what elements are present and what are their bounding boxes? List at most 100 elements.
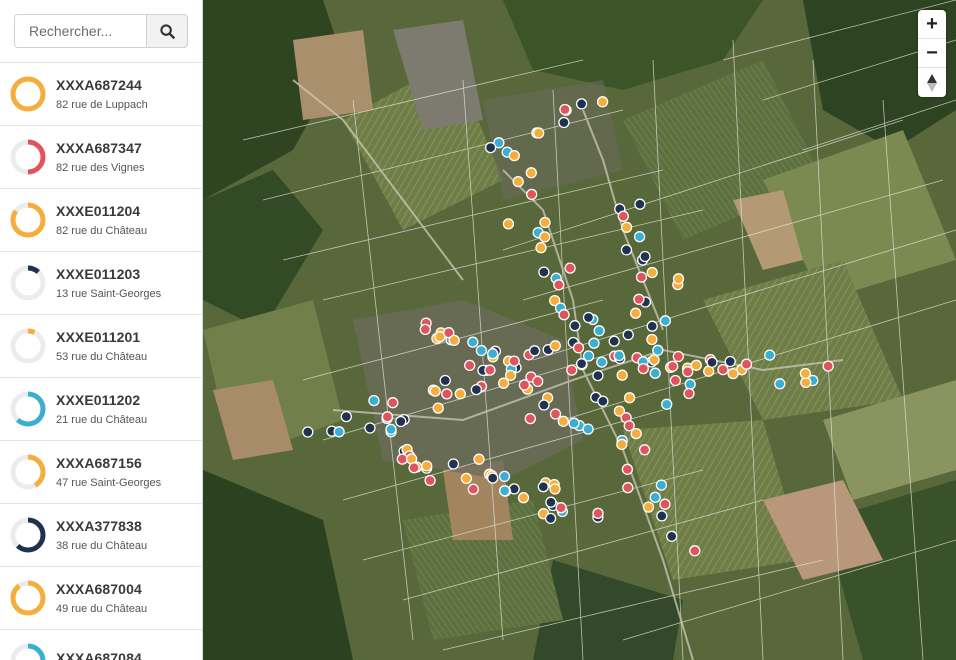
map-marker[interactable]: [622, 482, 634, 494]
list-item[interactable]: XXXE011204 82 rue du Château: [0, 189, 202, 252]
list-item[interactable]: XXXA687244 82 rue de Luppach: [0, 63, 202, 126]
zoom-in-button[interactable]: +: [918, 10, 946, 39]
list-item[interactable]: XXXA687084: [0, 630, 202, 660]
map-marker[interactable]: [629, 307, 642, 319]
map-marker[interactable]: [302, 426, 314, 438]
map-marker[interactable]: [498, 470, 511, 483]
map-marker[interactable]: [564, 262, 576, 274]
map-marker[interactable]: [639, 250, 651, 263]
map-marker[interactable]: [518, 379, 531, 391]
map-marker[interactable]: [652, 344, 664, 356]
map-marker[interactable]: [408, 462, 420, 474]
map-marker[interactable]: [524, 412, 536, 425]
map-marker[interactable]: [535, 242, 547, 254]
map-marker[interactable]: [460, 472, 473, 485]
map-marker[interactable]: [672, 350, 684, 363]
map-marker[interactable]: [528, 345, 541, 357]
search-input[interactable]: [14, 14, 146, 48]
map-marker[interactable]: [617, 210, 629, 222]
map-marker[interactable]: [553, 279, 565, 291]
map-marker[interactable]: [467, 336, 479, 348]
map-marker[interactable]: [667, 360, 679, 372]
map-marker[interactable]: [661, 398, 673, 410]
map-marker[interactable]: [608, 335, 620, 347]
map-marker[interactable]: [508, 149, 520, 162]
zoom-out-button[interactable]: −: [918, 39, 946, 68]
map-marker[interactable]: [559, 103, 571, 116]
map-marker[interactable]: [439, 374, 451, 387]
list-item[interactable]: XXXE011202 21 rue du Château: [0, 378, 202, 441]
satellite-map[interactable]: [203, 0, 956, 660]
map-marker[interactable]: [597, 395, 609, 407]
list-item[interactable]: XXXE011201 53 rue du Château: [0, 315, 202, 378]
map-marker[interactable]: [764, 349, 776, 361]
map-marker[interactable]: [656, 510, 668, 522]
map-marker[interactable]: [432, 402, 444, 414]
map-marker[interactable]: [646, 333, 658, 346]
map-marker[interactable]: [545, 496, 557, 508]
map-marker[interactable]: [484, 141, 497, 154]
map-marker[interactable]: [538, 266, 550, 278]
map-marker[interactable]: [487, 348, 499, 360]
map-marker[interactable]: [623, 392, 636, 404]
map-marker[interactable]: [659, 315, 672, 327]
map-marker[interactable]: [727, 367, 739, 380]
map-marker[interactable]: [464, 359, 476, 372]
map-marker[interactable]: [620, 221, 633, 233]
map-marker[interactable]: [484, 364, 496, 376]
map-marker[interactable]: [537, 481, 549, 493]
map-marker[interactable]: [706, 356, 718, 368]
map-marker[interactable]: [620, 244, 633, 256]
list-item[interactable]: XXXE011203 13 rue Saint-Georges: [0, 252, 202, 315]
map-marker[interactable]: [568, 417, 580, 429]
map-marker[interactable]: [387, 397, 399, 409]
map-marker[interactable]: [621, 463, 634, 475]
map-marker[interactable]: [419, 323, 431, 336]
map-marker[interactable]: [368, 394, 380, 407]
map-marker[interactable]: [396, 453, 408, 465]
reset-bearing-button[interactable]: [918, 68, 946, 97]
map-marker[interactable]: [385, 423, 397, 436]
map-marker[interactable]: [648, 354, 660, 366]
map-marker[interactable]: [502, 218, 515, 230]
map-marker[interactable]: [569, 320, 581, 332]
map-marker[interactable]: [441, 388, 453, 400]
map-marker[interactable]: [582, 311, 595, 324]
map-marker[interactable]: [467, 483, 479, 495]
map-marker[interactable]: [655, 479, 668, 491]
map-marker[interactable]: [447, 458, 460, 470]
map-marker[interactable]: [616, 369, 628, 381]
list-item[interactable]: XXXA687156 47 rue Saint-Georges: [0, 441, 202, 504]
map-marker[interactable]: [822, 360, 834, 372]
map-marker[interactable]: [774, 378, 786, 390]
map-marker[interactable]: [555, 502, 567, 514]
map-marker[interactable]: [538, 399, 550, 411]
map-marker[interactable]: [634, 198, 646, 210]
map-marker[interactable]: [616, 438, 628, 451]
map-marker[interactable]: [487, 472, 499, 484]
map-marker[interactable]: [549, 483, 561, 495]
map-marker[interactable]: [684, 378, 696, 390]
map-marker[interactable]: [454, 388, 466, 400]
map-marker[interactable]: [659, 498, 671, 510]
map-marker[interactable]: [592, 369, 604, 382]
map-marker[interactable]: [395, 415, 407, 428]
map-marker[interactable]: [638, 444, 651, 456]
map-marker[interactable]: [633, 231, 646, 243]
map-marker[interactable]: [549, 408, 562, 420]
map-view[interactable]: + −: [203, 0, 956, 660]
map-marker[interactable]: [649, 367, 661, 379]
map-marker[interactable]: [593, 325, 605, 337]
map-marker[interactable]: [682, 366, 694, 378]
map-marker[interactable]: [740, 358, 753, 370]
map-marker[interactable]: [799, 367, 812, 380]
map-marker[interactable]: [381, 411, 394, 423]
map-marker[interactable]: [470, 383, 483, 396]
map-marker[interactable]: [672, 273, 685, 285]
map-marker[interactable]: [539, 216, 551, 229]
map-marker[interactable]: [539, 231, 551, 243]
map-marker[interactable]: [421, 460, 433, 472]
map-marker[interactable]: [613, 349, 625, 362]
map-marker[interactable]: [646, 320, 658, 332]
map-marker[interactable]: [633, 293, 645, 305]
